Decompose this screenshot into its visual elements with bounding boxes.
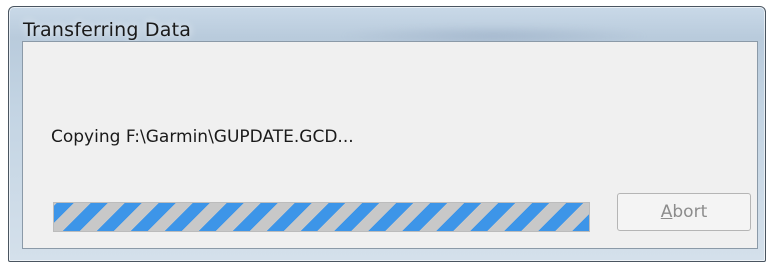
abort-button-mnemonic: A [660,202,673,222]
window-title: Transferring Data [23,19,192,41]
progress-bar [53,202,590,232]
abort-button-label: bort [672,202,708,222]
abort-button[interactable]: Abort [617,193,751,231]
screen: Transferring Data Copying F:\Garmin\GUPD… [0,0,772,265]
copy-status-message: Copying F:\Garmin\GUPDATE.GCD... [51,127,354,147]
dialog-content: Copying F:\Garmin\GUPDATE.GCD... Abort [22,41,758,249]
transfer-dialog-window: Transferring Data Copying F:\Garmin\GUPD… [8,6,766,262]
